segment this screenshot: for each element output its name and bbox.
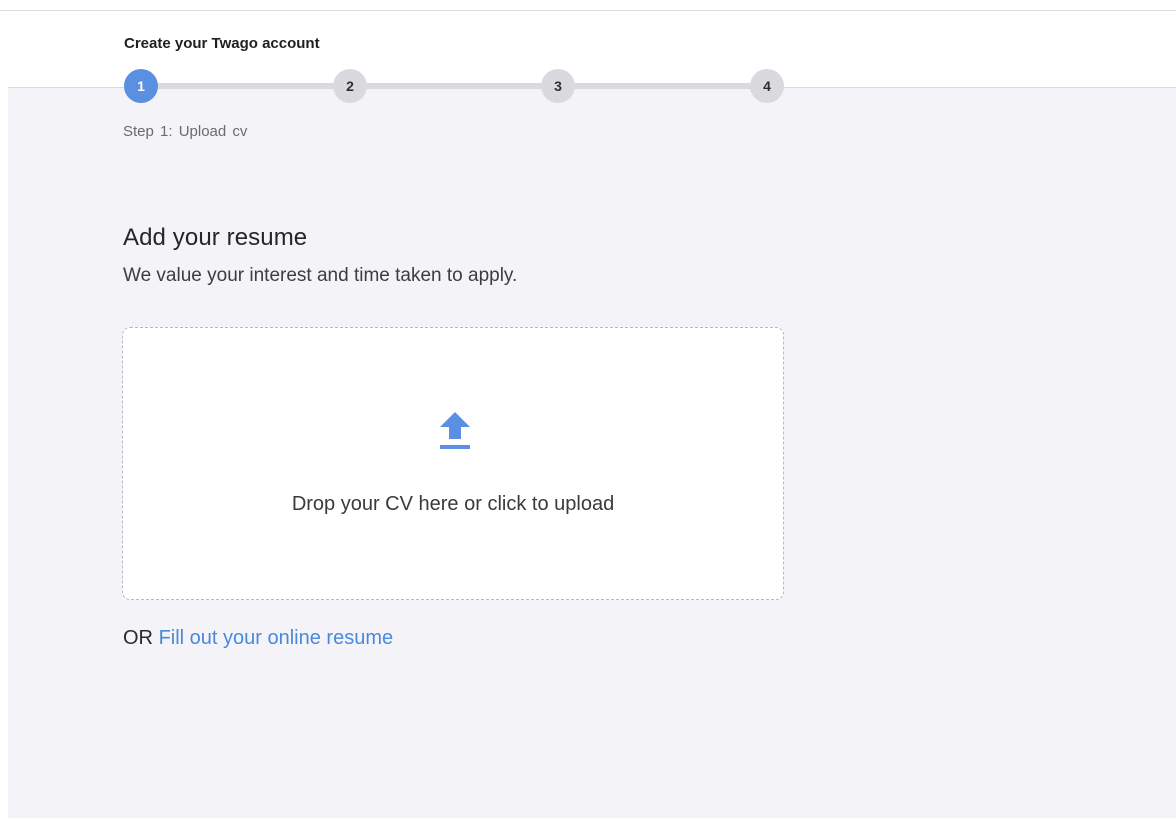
- step-caption: Step 1: Upload cv: [123, 123, 248, 140]
- step-1-indicator[interactable]: 1: [124, 69, 158, 103]
- section-subtitle: We value your interest and time taken to…: [123, 265, 518, 286]
- upload-icon: [440, 412, 470, 449]
- or-label: OR: [123, 627, 153, 649]
- left-strip: [0, 87, 8, 818]
- page: Create your Twago account 1 2 3 4 Step 1…: [0, 0, 1176, 818]
- page-title: Create your Twago account: [124, 35, 320, 52]
- step-2-indicator[interactable]: 2: [333, 69, 367, 103]
- dropzone-text: Drop your CV here or click to upload: [291, 493, 615, 515]
- step-4-indicator[interactable]: 4: [750, 69, 784, 103]
- step-3-indicator[interactable]: 3: [541, 69, 575, 103]
- stepper-track: [141, 83, 769, 89]
- cv-dropzone[interactable]: Drop your CV here or click to upload: [122, 327, 784, 600]
- section-title: Add your resume: [123, 224, 308, 251]
- stepper: 1 2 3 4: [124, 69, 786, 103]
- online-resume-link[interactable]: Fill out your online resume: [159, 627, 394, 649]
- alternative-option: OR Fill out your online resume: [123, 627, 393, 650]
